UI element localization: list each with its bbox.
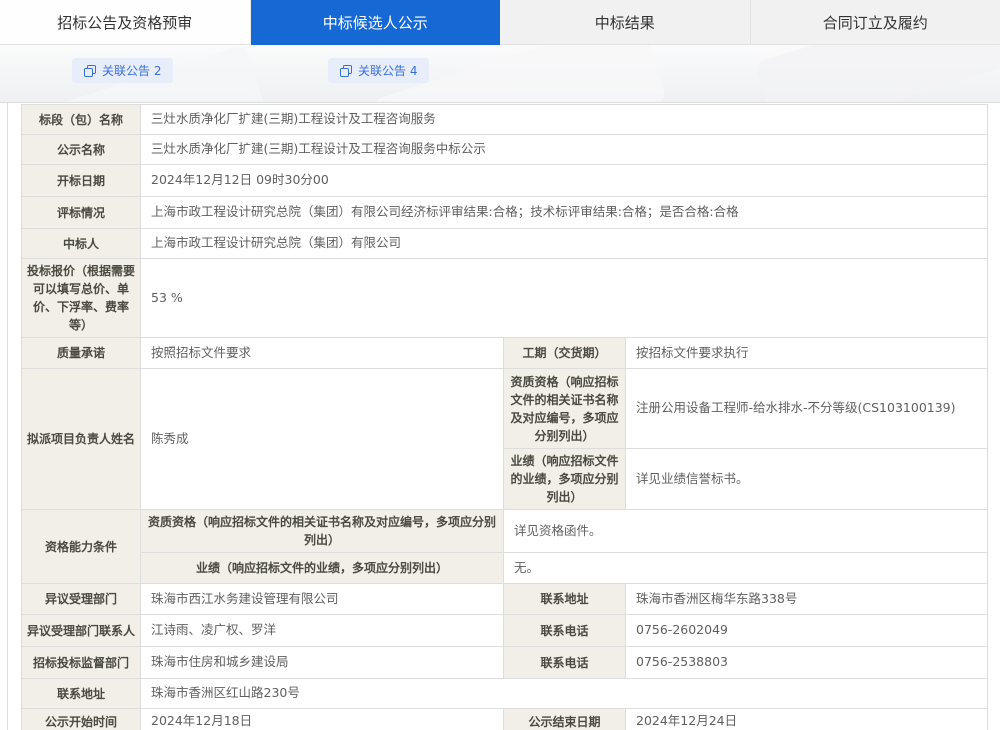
table-row: 异议受理部门联系人 江诗雨、凌广权、罗洋 联系电话 0756-2602049 [22, 615, 988, 647]
value-objection-dept: 珠海市西江水务建设管理有限公司 [141, 584, 504, 615]
bid-publicity-page: { "theme": { "accent_blue": "#1668d5", "… [0, 0, 1000, 730]
label-supervision-phone: 联系电话 [504, 647, 626, 679]
value-quality: 按照招标文件要求 [141, 338, 504, 369]
table-row: 质量承诺 按照招标文件要求 工期（交货期） 按招标文件要求执行 [22, 338, 988, 369]
label-manager-achievement: 业绩（响应招标文件的业绩，多项应分别列出） [504, 449, 626, 510]
label-section-name: 标段（包）名称 [22, 105, 141, 135]
table-row: 评标情况 上海市政工程设计研究总院（集团）有限公司经济标评审结果:合格；技术标评… [22, 197, 988, 229]
value-objection-contact: 江诗雨、凌广权、罗洋 [141, 615, 504, 647]
value-contact-address: 珠海市香洲区红山路230号 [141, 679, 988, 709]
table-row: 拟派项目负责人姓名 陈秀成 资质资格（响应招标文件的相关证书名称及对应编号，多项… [22, 369, 988, 449]
value-duration: 按招标文件要求执行 [626, 338, 988, 369]
label-evaluation: 评标情况 [22, 197, 141, 229]
label-publicity-start: 公示开始时间 [22, 709, 141, 730]
copy-icon [84, 65, 96, 77]
label-capability-qualification: 资质资格（响应招标文件的相关证书名称及对应编号，多项应分别列出） [141, 510, 504, 553]
label-quality: 质量承诺 [22, 338, 141, 369]
label-capability-achievement: 业绩（响应招标文件的业绩，多项应分别列出） [141, 553, 504, 584]
related-notice-label: 关联公告 4 [358, 62, 417, 79]
table-row: 异议受理部门 珠海市西江水务建设管理有限公司 联系地址 珠海市香洲区梅华东路33… [22, 584, 988, 615]
label-project-manager: 拟派项目负责人姓名 [22, 369, 141, 510]
table-row: 招标投标监督部门 珠海市住房和城乡建设局 联系电话 0756-2538803 [22, 647, 988, 679]
tab-winning-result[interactable]: 中标结果 [500, 0, 751, 45]
value-publicity-start: 2024年12月18日 [141, 709, 504, 730]
label-supervision-dept: 招标投标监督部门 [22, 647, 141, 679]
label-objection-dept: 异议受理部门 [22, 584, 141, 615]
table-row: 资格能力条件 资质资格（响应招标文件的相关证书名称及对应编号，多项应分别列出） … [22, 510, 988, 553]
related-notice-label: 关联公告 2 [102, 62, 161, 79]
tab-label: 中标候选人公示 [323, 12, 428, 33]
table-row: 公示开始时间 2024年12月18日 公示结束日期 2024年12月24日 [22, 709, 988, 730]
related-notice-link-2[interactable]: 关联公告 4 [328, 58, 429, 83]
value-capability-achievement: 无。 [504, 553, 988, 584]
value-supervision-phone: 0756-2538803 [626, 647, 988, 679]
value-notice-name: 三灶水质净化厂扩建(三期)工程设计及工程咨询服务中标公示 [141, 135, 988, 165]
label-objection-contact: 异议受理部门联系人 [22, 615, 141, 647]
table-row: 开标日期 2024年12月12日 09时30分00 [22, 165, 988, 197]
label-publicity-end: 公示结束日期 [504, 709, 626, 730]
table-row: 中标人 上海市政工程设计研究总院（集团）有限公司 [22, 229, 988, 259]
tab-bar: 招标公告及资格预审 中标候选人公示 中标结果 合同订立及履约 [0, 0, 1000, 45]
banner: 关联公告 2 关联公告 4 [0, 45, 1000, 102]
label-manager-qualification: 资质资格（响应招标文件的相关证书名称及对应编号，多项应分别列出） [504, 369, 626, 449]
value-supervision-dept: 珠海市住房和城乡建设局 [141, 647, 504, 679]
value-evaluation: 上海市政工程设计研究总院（集团）有限公司经济标评审结果:合格；技术标评审结果:合… [141, 197, 988, 229]
tab-label: 招标公告及资格预审 [57, 12, 192, 33]
table-row: 业绩（响应招标文件的业绩，多项应分别列出） 无。 [22, 553, 988, 584]
label-bid-price: 投标报价（根据需要可以填写总价、单价、下浮率、费率等） [22, 259, 141, 338]
table-row: 标段（包）名称 三灶水质净化厂扩建(三期)工程设计及工程咨询服务 [22, 105, 988, 135]
tab-tender-announcement[interactable]: 招标公告及资格预审 [0, 0, 251, 45]
value-bid-price: 53 % [141, 259, 988, 338]
copy-icon [340, 65, 352, 77]
label-objection-address: 联系地址 [504, 584, 626, 615]
value-publicity-end: 2024年12月24日 [626, 709, 988, 730]
tab-winning-candidate-publicity[interactable]: 中标候选人公示 [251, 0, 501, 45]
related-notice-link-1[interactable]: 关联公告 2 [72, 58, 173, 83]
tab-contract-performance[interactable]: 合同订立及履约 [751, 0, 1000, 45]
table-row: 投标报价（根据需要可以填写总价、单价、下浮率、费率等） 53 % [22, 259, 988, 338]
value-capability-qualification: 详见资格函件。 [504, 510, 988, 553]
bid-publicity-table: 标段（包）名称 三灶水质净化厂扩建(三期)工程设计及工程咨询服务 公示名称 三灶… [21, 104, 988, 730]
label-objection-phone: 联系电话 [504, 615, 626, 647]
table-row: 联系地址 珠海市香洲区红山路230号 [22, 679, 988, 709]
value-manager-qualification: 注册公用设备工程师-给水排水-不分等级(CS103100139) [626, 369, 988, 449]
label-bid-open-date: 开标日期 [22, 165, 141, 197]
panel-left-border [7, 103, 8, 730]
tab-label: 中标结果 [595, 12, 655, 33]
value-project-manager: 陈秀成 [141, 369, 504, 510]
tab-label: 合同订立及履约 [823, 12, 928, 33]
table-row: 公示名称 三灶水质净化厂扩建(三期)工程设计及工程咨询服务中标公示 [22, 135, 988, 165]
value-objection-phone: 0756-2602049 [626, 615, 988, 647]
value-objection-address: 珠海市香洲区梅华东路338号 [626, 584, 988, 615]
value-manager-achievement: 详见业绩信誉标书。 [626, 449, 988, 510]
label-capability: 资格能力条件 [22, 510, 141, 584]
value-winner: 上海市政工程设计研究总院（集团）有限公司 [141, 229, 988, 259]
value-section-name: 三灶水质净化厂扩建(三期)工程设计及工程咨询服务 [141, 105, 988, 135]
label-contact-address: 联系地址 [22, 679, 141, 709]
value-bid-open-date: 2024年12月12日 09时30分00 [141, 165, 988, 197]
label-duration: 工期（交货期） [504, 338, 626, 369]
keyboard-decoration [754, 45, 1000, 102]
content-panel: 标段（包）名称 三灶水质净化厂扩建(三期)工程设计及工程咨询服务 公示名称 三灶… [0, 102, 1000, 730]
label-notice-name: 公示名称 [22, 135, 141, 165]
label-winner: 中标人 [22, 229, 141, 259]
